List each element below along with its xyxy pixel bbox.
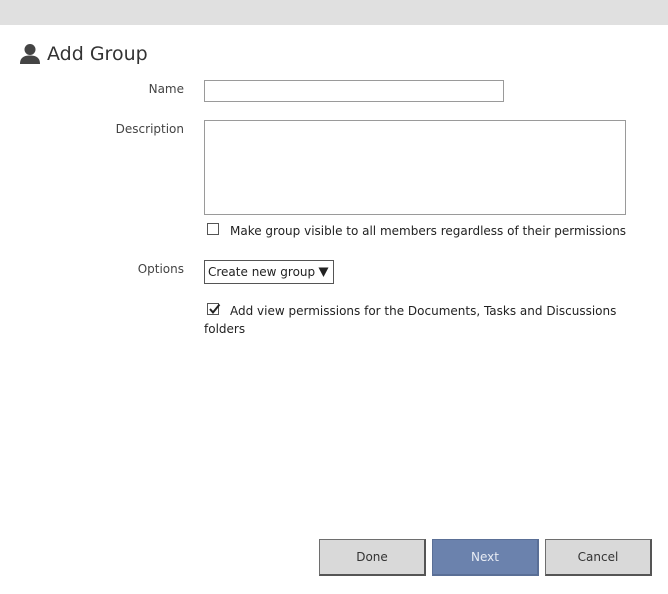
visible-to-all-checkbox[interactable] [207, 223, 219, 235]
description-label: Description [115, 122, 184, 136]
options-select-value: Create new group [208, 265, 316, 279]
options-select[interactable]: Create new group [204, 260, 334, 284]
triangle-down-icon [318, 266, 329, 278]
visible-to-all-label: Make group visible to all members regard… [230, 224, 627, 238]
view-permissions-label: Add view permissions for the Documents, … [230, 304, 617, 318]
name-input[interactable] [204, 80, 504, 102]
dialog-title: Add Group [47, 43, 148, 65]
options-label: Options [137, 262, 184, 276]
done-button[interactable]: Done [319, 539, 426, 576]
view-permissions-checkbox[interactable] [207, 303, 221, 315]
dialog-header: Add Group [20, 40, 148, 68]
next-button[interactable]: Next [432, 539, 539, 576]
view-permissions-label-cont: folders [204, 322, 246, 336]
description-input[interactable] [204, 120, 626, 215]
user-icon [20, 43, 40, 65]
cancel-button[interactable]: Cancel [545, 539, 652, 576]
name-label: Name [148, 82, 184, 96]
dialog-top-bar [0, 0, 668, 25]
